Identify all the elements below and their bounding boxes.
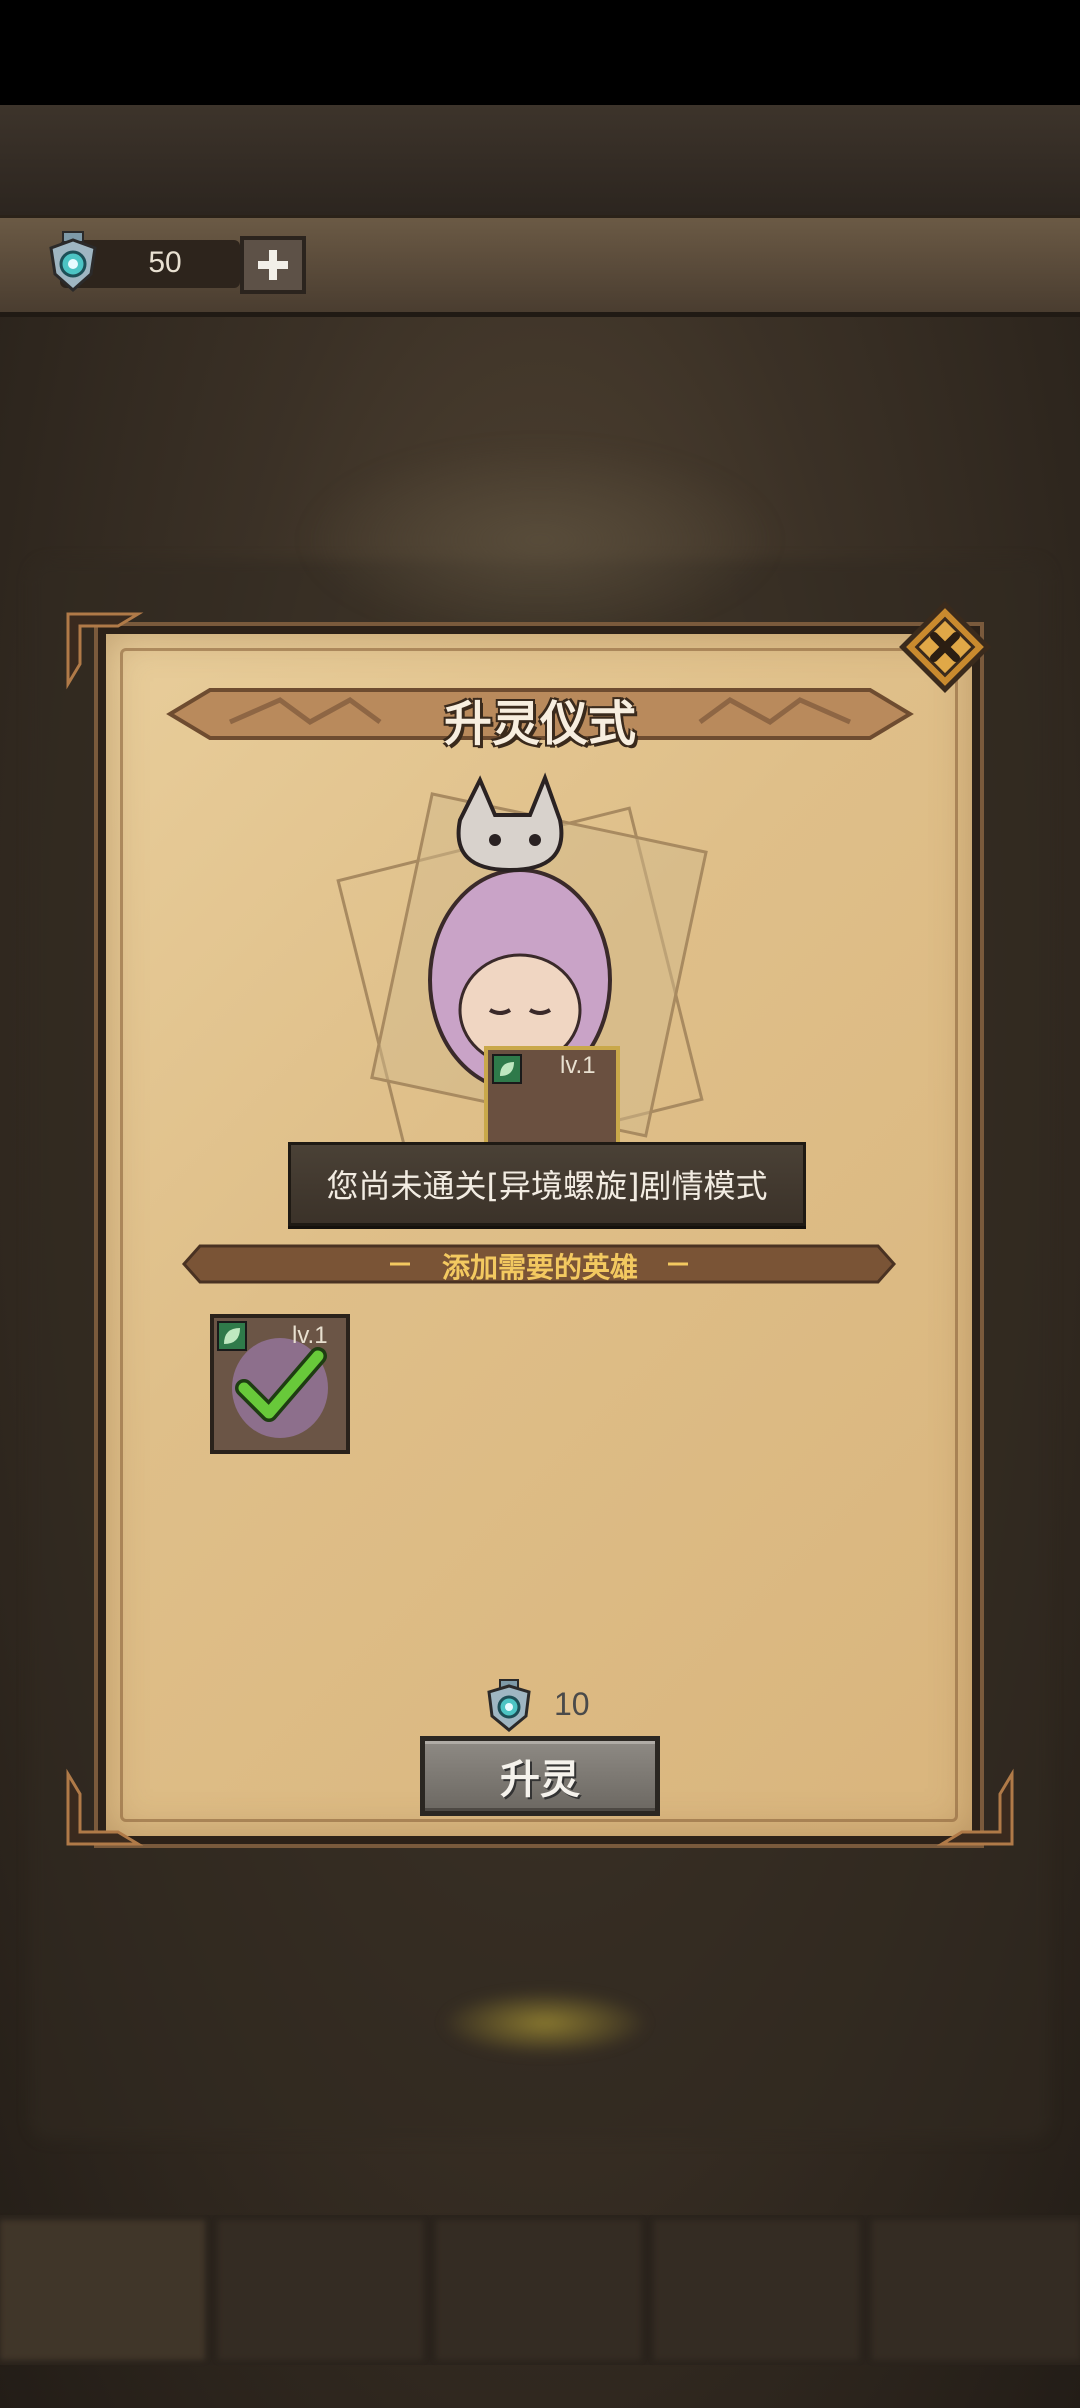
hero-slot-level: lv.1 [292,1322,328,1349]
spirit-medal-icon [487,1679,531,1732]
bottom-tab-1[interactable] [0,2220,205,2360]
cost-value: 10 [554,1686,590,1722]
spirit-medal-icon [49,231,97,293]
background-button [440,1990,650,2056]
hero-level-label: lv.1 [560,1052,596,1079]
close-button[interactable] [898,600,992,694]
corner-ornament-icon [66,1768,144,1846]
locked-tooltip: 您尚未通关[异境螺旋]剧情模式 [288,1142,806,1226]
ascend-button[interactable]: 升灵 [420,1736,660,1816]
ascend-label: 升灵 [500,1757,580,1803]
background-header [0,105,1080,215]
add-currency-button[interactable] [240,236,306,294]
hero-slot[interactable] [210,1314,350,1454]
section-label: 添加需要的英雄 [441,1251,638,1284]
background-title-glow [300,440,780,640]
bottom-tab-5[interactable] [872,2220,1080,2360]
dialog-title: 升灵仪式 [443,696,636,752]
plus-icon [258,250,288,280]
bottom-tab-3[interactable] [436,2220,641,2360]
leaf-class-icon [492,1054,522,1084]
corner-ornament-icon [66,612,144,690]
tooltip-text: 您尚未通关[异境螺旋]剧情模式 [326,1167,768,1205]
corner-ornament-icon [936,1768,1014,1846]
bottom-tab-4[interactable] [654,2220,859,2360]
bottom-tab-2[interactable] [218,2220,423,2360]
currency-value: 50 [148,246,182,279]
